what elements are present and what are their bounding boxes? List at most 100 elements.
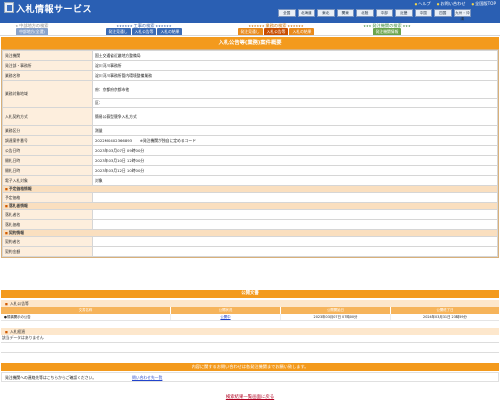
section-title: 契約情報 [2, 229, 498, 237]
divider [1, 352, 499, 353]
row-value: 淀川河川事務所管内環境整備業務 [92, 70, 498, 81]
works-result-button[interactable]: 入札の結果 [157, 28, 183, 35]
row-value: 2023年03月10日 12時00分 [92, 155, 498, 166]
site-title[interactable]: 入札情報サービス [16, 2, 92, 15]
region-tab[interactable]: 東北 [317, 9, 335, 17]
row-label: 契約金額 [2, 246, 93, 257]
row-label: 発注部・事務所 [2, 60, 93, 71]
column-header: 公開開始日 [281, 307, 391, 314]
row-label: 調達案件番号 [2, 135, 93, 146]
table-row: 開札日時 2023年03月12日 10時00分 [2, 165, 498, 176]
row-value: 国土交通省近畿地方整備局 [92, 50, 498, 61]
works-search-group: ★★★★★★ 工事の検索 ★★★★★★ 発注見通し 入札公告等 入札の結果 [86, 23, 202, 36]
detail-frame: 発注機関 国土交通省近畿地方整備局 発注部・事務所 淀川河川事務所 業務名称 淀川河川… [1, 49, 499, 258]
region-tab[interactable]: 北陸 [356, 9, 374, 17]
row-value [92, 219, 498, 230]
row-label: 落札価格 [2, 219, 93, 230]
row-label: 業務区分 [2, 125, 93, 136]
row-value: 淀川河川事務所 [92, 60, 498, 71]
region-search-group: ★ 中部地方の検索 中部地方(全選) [2, 23, 62, 36]
region-tab[interactable]: 全国 [278, 9, 296, 17]
region-tab[interactable]: 北海道 [297, 9, 315, 17]
region-tab[interactable]: 中部 [375, 9, 393, 17]
table-row: 契約金額 [2, 246, 498, 257]
services-search-group: ★★★★★★ 業務の検索 ★★★★★★ 発注見通し 入札公告等 入札の結果 [218, 23, 334, 36]
row-label: 発注機関 [2, 50, 93, 61]
table-row: 業務対象地域 府：京都府京都市他 [2, 80, 498, 108]
table-row: 業務区分 測量 [2, 125, 498, 136]
services-forecast-button[interactable]: 発注見通し [237, 28, 263, 35]
region-tabs: 全国 北海道 東北 関東 北陸 中部 近畿 中国 四国 九州・沖縄 [278, 9, 471, 21]
row-value: 測量 [92, 125, 498, 136]
row-value [92, 209, 498, 220]
section-title: 落札者情報 [2, 202, 498, 210]
back-to-results-link[interactable]: 検索結果一覧画面に戻る [0, 394, 500, 400]
region-tab[interactable]: 四国 [434, 9, 452, 17]
public-docs-title: 公開文書 [1, 290, 499, 298]
top-links: ヘルプ お問い合わせ 全国版TOP [415, 1, 496, 7]
services-result-button[interactable]: 入札の結果 [289, 28, 315, 35]
row-value: 区： [92, 98, 498, 108]
agency-search-group: ★★★ 発注機関の検索 ★★★ 発注機関情報 [348, 23, 426, 36]
table-row: 調達案件番号 2022M0402366893 ※発注機関が独自に定めるコード [2, 135, 498, 146]
detail-table: 発注機関 国土交通省近畿地方整備局 発注部・事務所 淀川河川事務所 業務名称 淀川河川… [2, 50, 498, 257]
detail-panel: 入札公告等(業務)案件概要 発注機関 国土交通省近畿地方整備局 発注部・事務所 淀川… [0, 37, 500, 258]
region-all-button[interactable]: 中部地方(全選) [16, 28, 48, 35]
contact-list-link[interactable]: 問い合わせ先一覧 [132, 375, 162, 381]
services-notice-button[interactable]: 入札公告等 [263, 28, 289, 35]
row-value [92, 192, 498, 203]
row-value: 2022M0402366893 ※発注機関が独自に定めるコード [92, 135, 498, 146]
region-tab[interactable]: 近畿 [395, 9, 413, 17]
row-label: 開札日時 [2, 165, 93, 176]
row-value: 簡易公募型競争入札方式 [92, 107, 498, 126]
site-logo-icon [4, 2, 14, 13]
agency-info-button[interactable]: 発注機関情報 [372, 28, 402, 35]
table-row: 落札者名 [2, 209, 498, 220]
doc-status-link[interactable]: 公開中 [171, 314, 281, 320]
result-empty-text: 該当データはありません [2, 335, 44, 340]
table-row: 落札価格 [2, 219, 498, 230]
region-tab[interactable]: 九州・沖縄 [453, 9, 471, 21]
contact-row: 発注機関への連絡先等はこちらからご確認ください。 問い合わせ先一覧 [1, 372, 499, 382]
row-label: 落札者名 [2, 209, 93, 220]
section-header: 予定価格情報 [2, 185, 498, 193]
detail-title: 入札公告等(業務)案件概要 [1, 37, 499, 49]
row-label: 公告日時 [2, 145, 93, 156]
table-row: 公告日時 2023年03月07日 09時00分 [2, 145, 498, 156]
row-value: 2023年03月07日 09時00分 [92, 145, 498, 156]
table-row: ●規構開示の公告 公開中 2023年03月07日 07時00分 2024年03月… [1, 314, 499, 321]
contact-bar: 内容に関するお問い合わせは各発注機関までお願い致します。 [1, 363, 499, 371]
search-nav: ★ 中部地方の検索 中部地方(全選) ★★★★★★ 工事の検索 ★★★★★★ 発… [0, 23, 500, 36]
row-label: 開札日時 [2, 155, 93, 166]
row-label: 契約者名 [2, 236, 93, 247]
column-header: 公開状況 [171, 307, 281, 314]
row-value: 対象 [92, 175, 498, 186]
table-row: 契約者名 [2, 236, 498, 247]
contact-text: 発注機関への連絡先等はこちらからご確認ください。 [5, 375, 97, 380]
doc-end-date: 2024年03月31日 23時59分 [423, 315, 467, 319]
table-row: 予定価格 [2, 192, 498, 203]
table-row: 発注機関 国土交通省近畿地方整備局 [2, 50, 498, 61]
row-value [92, 236, 498, 247]
section-title: 予定価格情報 [2, 185, 498, 193]
contact-link[interactable]: お問い合わせ [437, 1, 465, 7]
table-row: 発注部・事務所 淀川河川事務所 [2, 60, 498, 71]
region-tab[interactable]: 中国 [414, 9, 432, 17]
works-forecast-button[interactable]: 発注見通し [105, 28, 131, 35]
site-header: 入札情報サービス ヘルプ お問い合わせ 全国版TOP 全国 北海道 東北 関東 … [0, 0, 500, 23]
row-value: 2023年03月12日 10時00分 [92, 165, 498, 176]
row-label: 予定価格 [2, 192, 93, 203]
public-docs-subtitle: 入札公告等 [1, 300, 499, 307]
column-header: 公開終了日 [436, 308, 454, 312]
table-row: 開札日時 2023年03月10日 12時00分 [2, 155, 498, 166]
row-value [92, 246, 498, 257]
works-notice-button[interactable]: 入札公告等 [131, 28, 157, 35]
region-tab[interactable]: 関東 [336, 9, 354, 17]
public-docs-header: 文書名称 公開状況 公開開始日 公開終了日 [1, 307, 499, 314]
row-label: 入札契約方式 [2, 107, 93, 126]
national-top-link[interactable]: 全国版TOP [471, 1, 496, 7]
row-value: 府：京都府京都市他 [92, 80, 498, 99]
help-link[interactable]: ヘルプ [415, 1, 431, 7]
column-header: 文書名称 [1, 307, 171, 314]
table-row: 電子入札対象 対象 [2, 175, 498, 186]
